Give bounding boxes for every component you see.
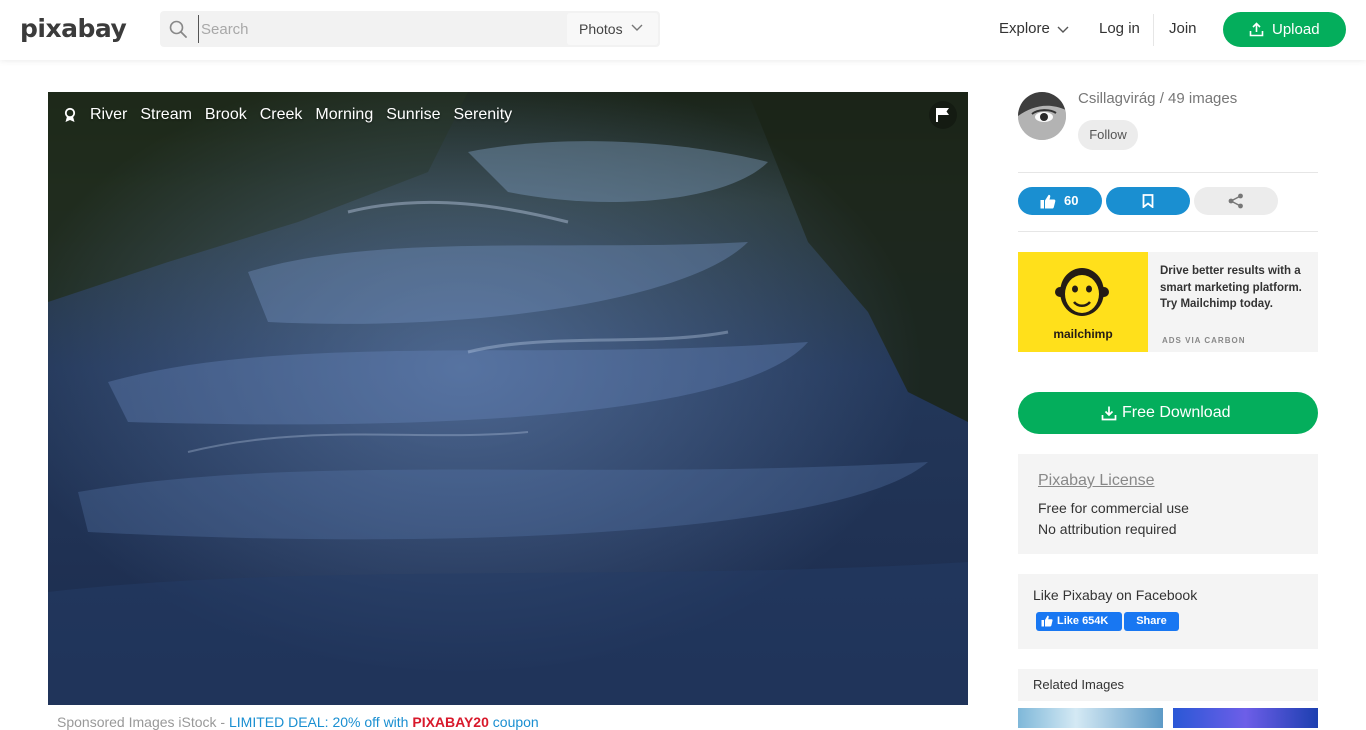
share-button[interactable] (1194, 187, 1278, 215)
tag-morning[interactable]: Morning (315, 106, 373, 124)
nav-explore[interactable]: Explore (999, 20, 1069, 37)
pixabay-logo[interactable]: pixabay (20, 14, 127, 43)
license-link[interactable]: Pixabay License (1038, 472, 1155, 490)
facebook-thumb-icon (1041, 615, 1053, 627)
tag-brook[interactable]: Brook (205, 106, 247, 124)
related-images-title: Related Images (1033, 677, 1125, 692)
ad-brand-name: mailchimp (1053, 327, 1113, 341)
ad-via-label[interactable]: ADS VIA CARBON (1162, 336, 1245, 345)
upload-icon (1249, 22, 1264, 37)
related-image-thumb[interactable] (1018, 708, 1163, 728)
facebook-like-label: Like 654K (1057, 615, 1109, 627)
author-avatar[interactable] (1018, 92, 1066, 140)
chevron-down-icon (1057, 26, 1069, 33)
nav-login[interactable]: Log in (1099, 20, 1140, 37)
facebook-share-button[interactable]: Share (1124, 612, 1179, 631)
flag-icon[interactable] (928, 101, 958, 129)
top-header: pixabay Photos Explore Log in Join Uploa… (0, 0, 1366, 60)
upload-button[interactable]: Upload (1223, 12, 1346, 47)
tag-sunrise[interactable]: Sunrise (386, 106, 440, 124)
search-bar: Photos (160, 11, 660, 47)
carbon-ad[interactable]: mailchimp Drive better results with a sm… (1018, 252, 1318, 352)
nav-join[interactable]: Join (1169, 20, 1197, 37)
like-count: 60 (1064, 193, 1079, 208)
nav-divider (1153, 14, 1154, 46)
follow-button[interactable]: Follow (1078, 120, 1138, 150)
search-icon[interactable] (169, 20, 187, 38)
thumbs-up-icon (1040, 194, 1056, 209)
author-link[interactable]: Csillagvirág / 49 images (1078, 90, 1237, 107)
ad-text[interactable]: Drive better results with a smart market… (1160, 263, 1310, 313)
facebook-like-button[interactable]: Like 654K (1036, 612, 1122, 631)
bookmark-button[interactable] (1106, 187, 1190, 215)
ad-image[interactable]: mailchimp (1018, 252, 1148, 352)
tag-river[interactable]: River (90, 106, 127, 124)
award-icon (64, 107, 76, 122)
license-line-commercial: Free for commercial use (1038, 500, 1189, 516)
upload-label: Upload (1272, 21, 1320, 38)
avatar-image (1018, 92, 1066, 140)
license-box: Pixabay License Free for commercial use … (1018, 454, 1318, 554)
tag-list: River Stream Brook Creek Morning Sunrise… (62, 104, 525, 126)
river-stream-photo (48, 92, 968, 705)
related-images-header: Related Images (1018, 669, 1318, 701)
download-icon (1101, 406, 1117, 421)
like-button[interactable]: 60 (1018, 187, 1102, 215)
mailchimp-logo (1055, 268, 1109, 316)
search-type-label: Photos (579, 21, 623, 37)
related-image-thumb[interactable] (1173, 708, 1318, 728)
tag-creek[interactable]: Creek (260, 106, 303, 124)
license-line-attribution: No attribution required (1038, 521, 1177, 537)
nav-explore-label: Explore (999, 20, 1050, 37)
bookmark-icon (1142, 194, 1154, 208)
tag-serenity[interactable]: Serenity (453, 106, 512, 124)
search-input[interactable] (198, 15, 564, 43)
share-icon (1228, 193, 1243, 209)
divider (1018, 231, 1318, 232)
search-type-select[interactable]: Photos (567, 13, 658, 45)
facebook-title: Like Pixabay on Facebook (1033, 587, 1198, 603)
free-download-button[interactable]: Free Download (1018, 392, 1318, 434)
main-photo[interactable]: River Stream Brook Creek Morning Sunrise… (48, 92, 968, 705)
chevron-down-icon (631, 24, 643, 31)
tag-stream[interactable]: Stream (140, 106, 192, 124)
divider (1018, 172, 1318, 173)
download-label: Free Download (1122, 404, 1231, 421)
